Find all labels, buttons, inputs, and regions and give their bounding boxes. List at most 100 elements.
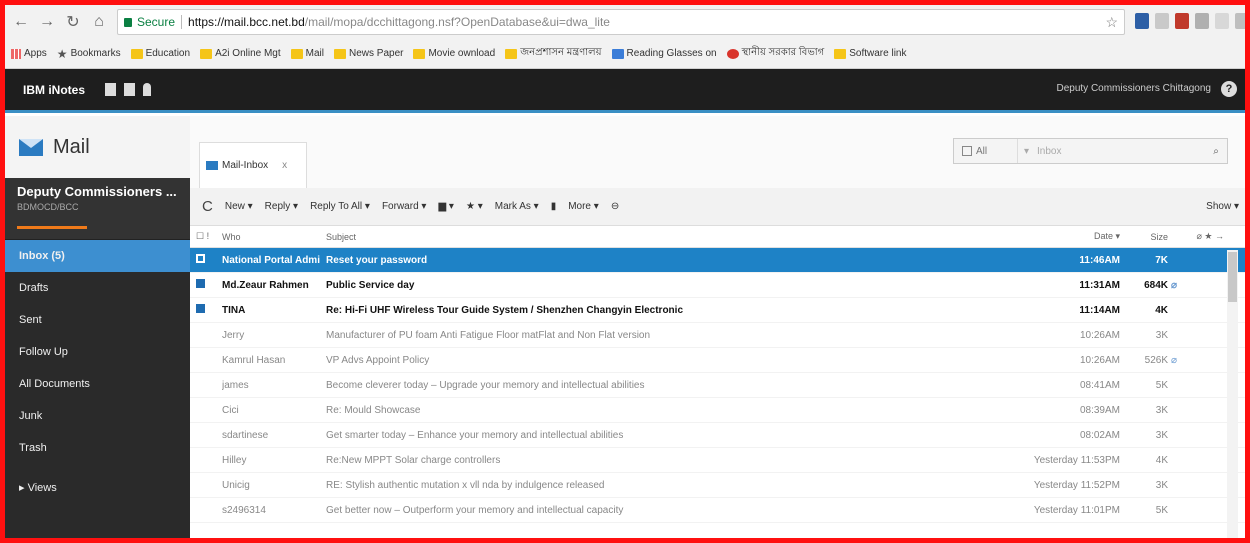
star-button[interactable]: ★ ▾ bbox=[466, 201, 483, 212]
column-size[interactable]: Size bbox=[1128, 232, 1168, 242]
bookmark-star-icon[interactable]: ☆ bbox=[1105, 14, 1118, 31]
table-row[interactable]: sdartinese Get smarter today – Enhance yo… bbox=[190, 423, 1245, 448]
message-date: 08:41AM bbox=[1079, 379, 1120, 391]
bookmark-label: Reading Glasses on bbox=[626, 48, 717, 59]
table-row[interactable]: james Become cleverer today – Upgrade you… bbox=[190, 373, 1245, 398]
help-icon[interactable]: ? bbox=[1221, 81, 1237, 97]
table-row[interactable]: TINA Re: Hi-Fi UHF Wireless Tour Guide Sy… bbox=[190, 298, 1245, 323]
nav-all-documents[interactable]: All Documents bbox=[5, 368, 190, 400]
bookmark-folder[interactable]: স্থানীয় সরকার বিভাগ bbox=[726, 45, 825, 62]
message-subject: Re: Mould Showcase bbox=[326, 404, 421, 416]
bookmark-folder[interactable]: জনপ্রশাসন মন্ত্রণালয় bbox=[505, 45, 602, 62]
extension-icon[interactable] bbox=[1235, 13, 1249, 29]
table-row[interactable]: Hilley Re:New MPPT Solar charge controlle… bbox=[190, 448, 1245, 473]
home-icon[interactable]: ⌂ bbox=[89, 13, 109, 31]
bookmark-folder[interactable]: A2i Online Mgt bbox=[200, 48, 281, 59]
table-row[interactable]: Kamrul Hasan VP Advs Appoint Policy 10:26A… bbox=[190, 348, 1245, 373]
message-date: 08:39AM bbox=[1079, 404, 1120, 416]
column-date[interactable]: Date ▾ bbox=[1022, 231, 1128, 242]
tab-mail-inbox[interactable]: Mail-Inbox x bbox=[199, 142, 307, 188]
column-who[interactable]: Who bbox=[222, 232, 326, 242]
table-row[interactable]: Unicig RE: Stylish authentic mutation x v… bbox=[190, 473, 1245, 498]
forward-button[interactable]: Forward ▾ bbox=[382, 201, 427, 212]
reply-all-button[interactable]: Reply To All ▾ bbox=[310, 201, 370, 212]
contacts-switch-icon[interactable] bbox=[143, 83, 152, 96]
close-icon[interactable]: x bbox=[282, 160, 287, 171]
extension-icon[interactable] bbox=[1175, 13, 1189, 29]
delete-button[interactable]: ▮ bbox=[551, 201, 557, 212]
nav-inbox[interactable]: Inbox (5) bbox=[5, 240, 190, 272]
new-button[interactable]: New ▾ bbox=[225, 201, 253, 212]
more-button[interactable]: More ▾ bbox=[568, 201, 599, 212]
table-row[interactable]: Cici Re: Mould Showcase 08:39AM 3K bbox=[190, 398, 1245, 423]
forward-icon[interactable]: → bbox=[37, 13, 57, 31]
print-icon[interactable]: ⊖ bbox=[611, 201, 619, 212]
table-row[interactable]: National Portal Admi Reset your password 1… bbox=[190, 248, 1245, 273]
table-row[interactable]: s2496314 Get better now – Outperform your… bbox=[190, 498, 1245, 523]
extension-icon[interactable] bbox=[1215, 13, 1229, 29]
folder-icon bbox=[726, 48, 739, 59]
folder-move-button[interactable]: ▆ ▾ bbox=[438, 201, 454, 212]
select-all-checkbox[interactable]: ☐ ! bbox=[190, 231, 222, 242]
url-bar[interactable]: Secure https://mail.bcc.net.bd /mail/mop… bbox=[117, 9, 1125, 35]
folder-icon bbox=[611, 48, 624, 59]
search-icon[interactable]: ⌕ bbox=[1205, 146, 1227, 157]
message-size: 4K bbox=[1155, 304, 1168, 316]
message-from: Md.Zeaur Rahmen bbox=[222, 279, 309, 291]
envelope-icon bbox=[206, 161, 218, 170]
nav-drafts[interactable]: Drafts bbox=[5, 272, 190, 304]
back-icon[interactable]: ← bbox=[11, 13, 31, 31]
bookmark-folder[interactable]: Movie ownload bbox=[413, 48, 495, 59]
nav-junk[interactable]: Junk bbox=[5, 400, 190, 432]
column-subject[interactable]: Subject bbox=[326, 232, 1022, 242]
account-switcher[interactable]: Deputy Commissioners ... BDMOCD/BCC bbox=[5, 178, 190, 240]
bookmark-label: স্থানীয় সরকার বিভাগ bbox=[741, 47, 825, 58]
bookmark-folder[interactable]: Software link bbox=[834, 48, 906, 59]
bookmark-apps[interactable]: Apps bbox=[11, 48, 47, 59]
extension-icon[interactable] bbox=[1155, 13, 1169, 29]
mail-switch-icon[interactable] bbox=[105, 83, 117, 96]
mark-as-button[interactable]: Mark As ▾ bbox=[495, 201, 539, 212]
url-host: https://mail.bcc.net.bd bbox=[188, 15, 305, 29]
table-row[interactable]: Md.Zeaur Rahmen Public Service day 11:31AM… bbox=[190, 273, 1245, 298]
lock-icon bbox=[124, 17, 132, 27]
reply-all-label: Reply To All bbox=[310, 201, 363, 212]
show-button[interactable]: Show ▾ bbox=[1206, 201, 1239, 212]
nav-trash[interactable]: Trash bbox=[5, 432, 190, 464]
calendar-switch-icon[interactable] bbox=[124, 83, 136, 96]
scrollbar-thumb[interactable] bbox=[1228, 252, 1237, 302]
bookmark-folder[interactable]: Reading Glasses on bbox=[611, 48, 717, 59]
user-menu[interactable]: Deputy Commissioners Chittagong bbox=[1056, 83, 1211, 94]
mail-toolbar: C New ▾ Reply ▾ Reply To All ▾ Forward ▾… bbox=[190, 188, 1245, 226]
account-name: Deputy Commissioners ... bbox=[17, 184, 177, 199]
bookmark-folder[interactable]: Mail bbox=[290, 48, 324, 59]
scrollbar[interactable] bbox=[1227, 250, 1238, 538]
app-topbar: IBM iNotes Deputy Commissioners Chittago… bbox=[5, 69, 1245, 113]
url-path: /mail/mopa/dcchittagong.nsf?OpenDatabase… bbox=[304, 15, 610, 29]
table-row[interactable]: Jerry Manufacturer of PU foam Anti Fatigu… bbox=[190, 323, 1245, 348]
bookmark-folder[interactable]: Education bbox=[130, 48, 190, 59]
show-label: Show bbox=[1206, 201, 1232, 212]
message-list: National Portal Admi Reset your password 1… bbox=[190, 248, 1245, 523]
refresh-icon[interactable]: C bbox=[202, 198, 213, 215]
bookmark-label: Bookmarks bbox=[70, 48, 121, 59]
reply-button[interactable]: Reply ▾ bbox=[265, 201, 298, 212]
search-input[interactable]: ▾ Inbox bbox=[1018, 146, 1205, 157]
nav-follow-up[interactable]: Follow Up bbox=[5, 336, 190, 368]
status-icon bbox=[196, 304, 205, 313]
expand-arrow-icon: ▸ bbox=[19, 482, 28, 494]
message-date: Yesterday 11:01PM bbox=[1033, 504, 1120, 516]
message-from: TINA bbox=[222, 304, 246, 316]
folder-icon bbox=[290, 48, 303, 59]
star-icon: ★ bbox=[465, 201, 475, 212]
message-from: National Portal Admi bbox=[222, 254, 320, 266]
bookmark-folder[interactable]: News Paper bbox=[334, 48, 403, 59]
reload-icon[interactable]: ↻ bbox=[63, 12, 83, 32]
extension-icon[interactable] bbox=[1195, 13, 1209, 29]
bookmark-bookmarks[interactable]: ★ Bookmarks bbox=[57, 47, 121, 61]
dropdown-arrow-icon: ▾ bbox=[1024, 145, 1030, 157]
search-scope[interactable]: All bbox=[954, 139, 1018, 163]
nav-sent[interactable]: Sent bbox=[5, 304, 190, 336]
extension-icon[interactable] bbox=[1135, 13, 1149, 29]
nav-views[interactable]: ▸ Views bbox=[5, 472, 190, 504]
